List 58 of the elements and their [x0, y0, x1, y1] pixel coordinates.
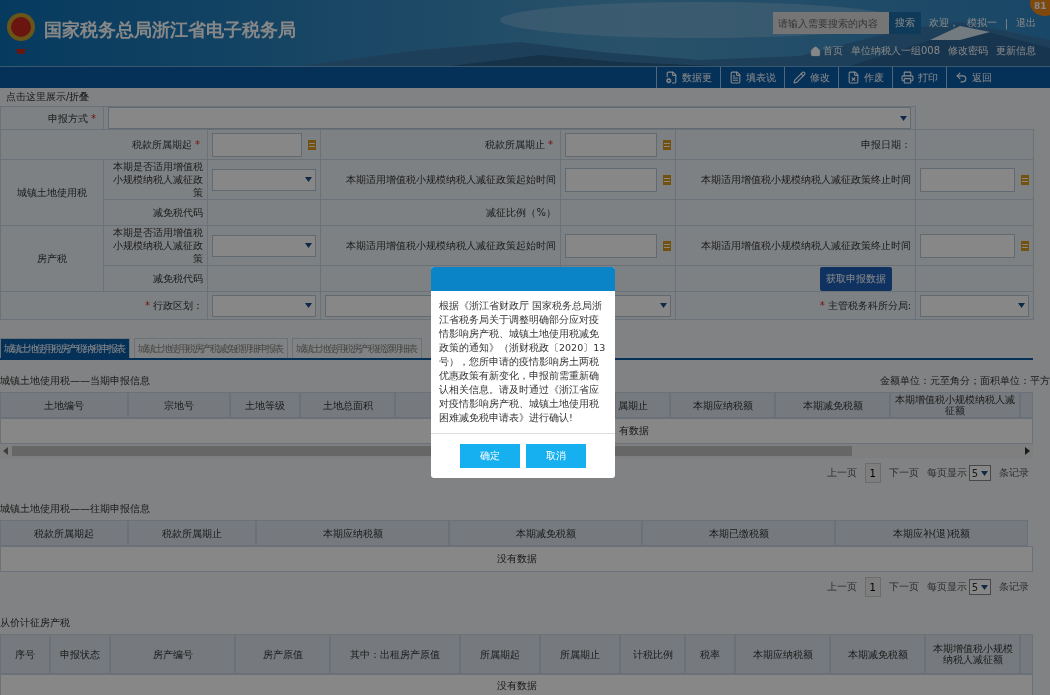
column-header: 本期应纳税额	[735, 634, 830, 674]
column-header: 土地编号	[0, 392, 128, 418]
column-header: 宗地号	[128, 392, 230, 418]
field-label: 本期是否适用增值税小规模纳税人减征政策	[113, 161, 203, 198]
column-header: 房产编号	[110, 634, 235, 674]
column-header: 本期应补(退)税额	[835, 520, 1028, 546]
column-header: 属期止	[615, 392, 670, 418]
column-header: 税率	[685, 634, 735, 674]
field-label: * 主管税务科所分局:	[818, 299, 912, 311]
unit-note: 金额单位：元至角分；面积单位：平方	[880, 374, 1050, 388]
records-label: 条记录	[999, 580, 1029, 594]
field-label: 减征比例（%）	[486, 207, 556, 218]
section-title: 城镇土地使用税——当期申报信息	[0, 374, 150, 388]
field-label: 申报方式 *	[48, 112, 97, 124]
field-label: 申报日期：	[861, 139, 912, 150]
greeting-text: 欢迎，	[928, 16, 959, 30]
column-header: 所属期止	[540, 634, 620, 674]
column-header: 序号	[0, 634, 50, 674]
column-header: 本期应纳税额	[670, 392, 775, 418]
column-header: 本期减免税额	[830, 634, 925, 674]
group-label: 城镇土地使用税	[17, 187, 87, 198]
column-header: 土地等级	[230, 392, 300, 418]
field-label: 本期适用增值税小规模纳税人减征政策起始时间	[346, 174, 556, 185]
column-header: 本期减免税额	[449, 520, 642, 546]
column-header: 本期已缴税额	[642, 520, 835, 546]
column-header: 本期增值税小规模纳税人减征额	[925, 634, 1020, 674]
field-label: 税款所属期止 *	[485, 139, 554, 150]
section-title: 从价计征房产税	[0, 616, 70, 630]
field-label: 减免税代码	[153, 207, 203, 218]
section-title: 城镇土地使用税——往期申报信息	[0, 502, 150, 516]
column-header: 计税比例	[620, 634, 685, 674]
column-header: 税款所属期起	[0, 520, 128, 546]
empty-message: 没有数据	[496, 679, 537, 693]
column-header: 其中：出租房产原值	[330, 634, 460, 674]
empty-message: 有数据	[619, 424, 649, 438]
field-label: * 行政区划：	[144, 299, 203, 311]
column-header: 房产原值	[235, 634, 330, 674]
page-size-label: 每页显示	[926, 466, 967, 480]
field-label: 减免税代码	[153, 273, 203, 284]
empty-message: 没有数据	[496, 552, 537, 566]
column-header: 土地总面积	[300, 392, 395, 418]
column-header: 本期减免税额	[775, 392, 890, 418]
separator-text: |	[1004, 17, 1008, 29]
dialog-message: 根据《浙江省财政厅 国家税务总局浙江省税务局关于调整明确部分应对疫情影响房产税、城镇土地使用税减免政策的通知》（浙财税政〔2020〕13号），您所申请的疫情影响房土两税优惠政策有新变化，申报前需重新确认相关信息。请及时通过《浙江省应对疫情影响房产税、城镇土地使用税困难减免税申请表》进行确认!	[431, 291, 615, 434]
column-header: 申报状态	[50, 634, 110, 674]
column-header: 本期增值税小规模纳税人减征额	[890, 392, 1020, 418]
site-title: 国家税务总局浙江省电子税务局	[44, 18, 296, 42]
records-label: 条记录	[999, 466, 1029, 480]
column-header: 所属期起	[460, 634, 540, 674]
column-header: 税款所属期止	[128, 520, 256, 546]
field-label: 税款所属期起 *	[132, 138, 201, 150]
field-label: 本期适用增值税小规模纳税人减征政策起始时间	[346, 240, 556, 251]
column-header: 本期应纳税额	[256, 520, 449, 546]
group-label: 房产税	[37, 253, 67, 264]
page-size-label: 每页显示	[926, 580, 967, 594]
field-label: 本期是否适用增值税小规模纳税人减征政策	[113, 227, 203, 264]
field-label: 本期适用增值税小规模纳税人减征政策终止时间	[701, 174, 912, 185]
field-label: 本期适用增值税小规模纳税人减征政策终止时间	[701, 240, 912, 251]
